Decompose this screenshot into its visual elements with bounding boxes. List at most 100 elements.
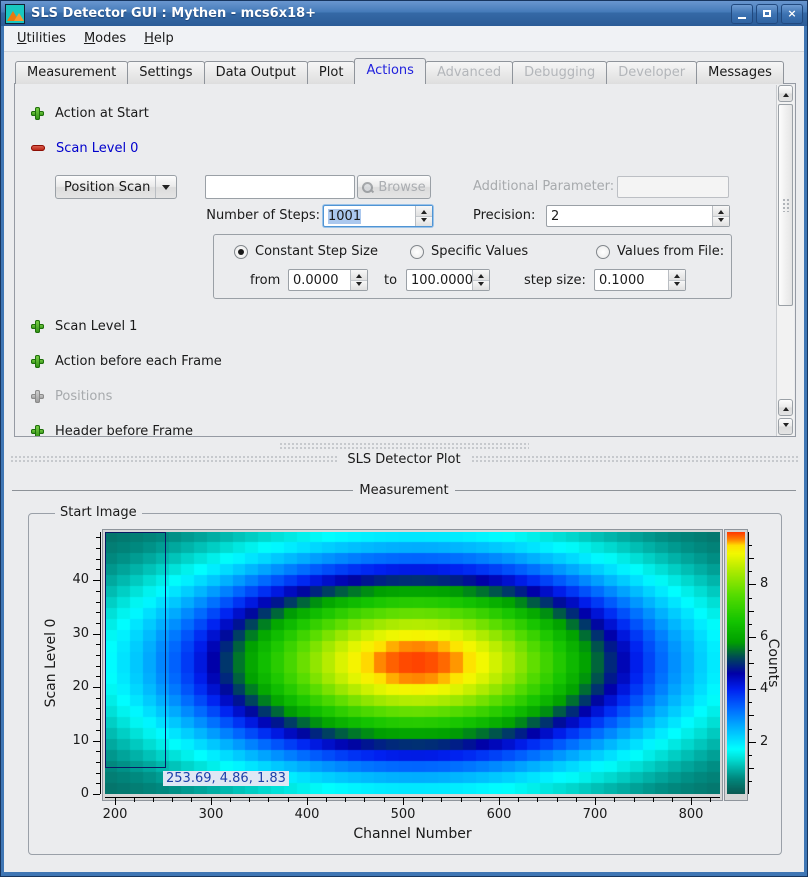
colorbar-tick	[749, 637, 756, 638]
action-before-frame-label: Action before each Frame	[55, 354, 222, 369]
from-value: 0.0000	[289, 273, 350, 288]
scrollbar-thumb[interactable]	[778, 104, 793, 306]
heatmap-canvas[interactable]	[105, 532, 720, 794]
number-of-steps-spinbox[interactable]: 1001	[323, 205, 433, 227]
precision-spinbox[interactable]: 2	[546, 205, 730, 227]
plot-region: 253.69, 4.86, 1.83 Channel Number Scan L…	[29, 514, 781, 854]
spin-down-icon	[421, 218, 427, 225]
spin-up-icon	[674, 271, 680, 278]
colorbar-tick	[749, 729, 752, 730]
expand-plus-icon-disabled	[31, 390, 44, 403]
y-tick	[93, 634, 100, 635]
y-tick	[96, 676, 100, 677]
additional-parameter-label: Additional Parameter:	[473, 179, 614, 194]
colorbar-tick	[749, 545, 752, 546]
menu-help[interactable]: Help	[135, 28, 183, 49]
y-tick	[96, 569, 100, 570]
colorbar-tick	[749, 768, 754, 769]
spin-buttons[interactable]	[415, 206, 432, 226]
radio-specific-label: Specific Values	[431, 244, 528, 259]
x-tick-label: 300	[191, 807, 231, 822]
expand-plus-icon[interactable]	[31, 425, 44, 438]
x-tick-label: 200	[95, 807, 135, 822]
menu-modes[interactable]: Modes	[75, 28, 135, 49]
spin-buttons[interactable]	[712, 206, 729, 226]
header-before-frame-row[interactable]: Header before Frame	[31, 422, 193, 437]
expand-plus-icon[interactable]	[31, 355, 44, 368]
expand-plus-icon[interactable]	[31, 320, 44, 333]
spin-buttons[interactable]	[472, 270, 489, 290]
y-tick	[93, 741, 100, 742]
action-before-frame-row[interactable]: Action before each Frame	[31, 352, 222, 370]
radio-specific-values[interactable]: Specific Values	[410, 244, 528, 259]
scan-type-select[interactable]: Position Scan	[55, 175, 177, 199]
radio-constant-step-size[interactable]: Constant Step Size	[234, 244, 378, 259]
x-tick	[288, 798, 289, 802]
vertical-scrollbar[interactable]	[776, 85, 794, 437]
tab-settings[interactable]: Settings	[127, 61, 204, 84]
x-tick	[384, 798, 385, 802]
y-tick	[96, 719, 100, 720]
from-label: from	[250, 273, 280, 288]
splitter-texture	[10, 455, 337, 464]
tab-measurement[interactable]: Measurement	[15, 61, 128, 84]
step-size-spinbox[interactable]: 0.1000	[594, 269, 686, 291]
scan-script-input[interactable]	[205, 175, 355, 199]
tab-data-output[interactable]: Data Output	[204, 61, 308, 84]
y-tick	[96, 783, 100, 784]
menu-utilities[interactable]: Utilities	[8, 28, 75, 49]
tab-actions[interactable]: Actions	[354, 58, 426, 84]
y-tick	[93, 687, 100, 688]
minimize-button[interactable]	[731, 4, 753, 24]
spin-buttons[interactable]	[350, 270, 367, 290]
x-tick	[710, 798, 711, 802]
close-icon: ×	[787, 8, 796, 19]
tab-plot[interactable]: Plot	[307, 61, 356, 84]
scroll-up-button[interactable]	[778, 85, 793, 102]
spin-buttons[interactable]	[668, 270, 685, 290]
arrow-up-icon	[783, 90, 789, 97]
scan-level-0-row[interactable]: Scan Level 0	[31, 139, 138, 157]
x-tick	[364, 798, 365, 802]
dock-splitter[interactable]: SLS Detector Plot	[4, 437, 804, 476]
group-border-line	[12, 490, 353, 491]
y-tick	[96, 655, 100, 656]
scan-level-1-row[interactable]: Scan Level 1	[31, 317, 137, 335]
y-tick	[93, 580, 100, 581]
number-of-steps-value: 1001	[328, 209, 361, 224]
x-tick	[537, 798, 538, 802]
x-tick	[307, 798, 308, 805]
x-tick	[461, 798, 462, 802]
action-at-start-row[interactable]: Action at Start	[31, 104, 149, 122]
y-tick	[96, 666, 100, 667]
x-tick	[230, 798, 231, 802]
scroll-down-button[interactable]	[778, 418, 793, 435]
y-tick-label: 30	[37, 626, 89, 641]
colorbar-tick-label: 6	[760, 629, 784, 644]
tab-debugging: Debugging	[512, 61, 607, 84]
from-spinbox[interactable]: 0.0000	[288, 269, 368, 291]
x-tick	[441, 798, 442, 802]
app-icon	[5, 4, 25, 24]
to-spinbox[interactable]: 100.0000	[406, 269, 490, 291]
x-tick-label: 700	[575, 807, 615, 822]
colorbar-bezel	[724, 529, 748, 801]
y-tick	[96, 537, 100, 538]
collapse-minus-icon[interactable]	[31, 145, 45, 151]
x-tick	[557, 798, 558, 802]
spin-down-icon	[478, 282, 484, 289]
spin-up-icon	[421, 207, 427, 214]
titlebar: SLS Detector GUI : Mythen - mcs6x18+ ×	[1, 1, 807, 26]
colorbar	[727, 532, 745, 794]
x-tick	[595, 798, 596, 805]
scroll-up-button-2[interactable]	[778, 399, 793, 416]
tab-messages[interactable]: Messages	[696, 61, 784, 84]
close-button[interactable]: ×	[781, 4, 803, 24]
splitter-handle[interactable]	[279, 442, 529, 449]
expand-plus-icon[interactable]	[31, 107, 44, 120]
radio-values-from-file[interactable]: Values from File:	[596, 244, 724, 259]
scan-level-0-label: Scan Level 0	[56, 141, 138, 156]
maximize-button[interactable]	[756, 4, 778, 24]
x-tick	[326, 798, 327, 802]
colorbar-tick	[749, 689, 756, 690]
